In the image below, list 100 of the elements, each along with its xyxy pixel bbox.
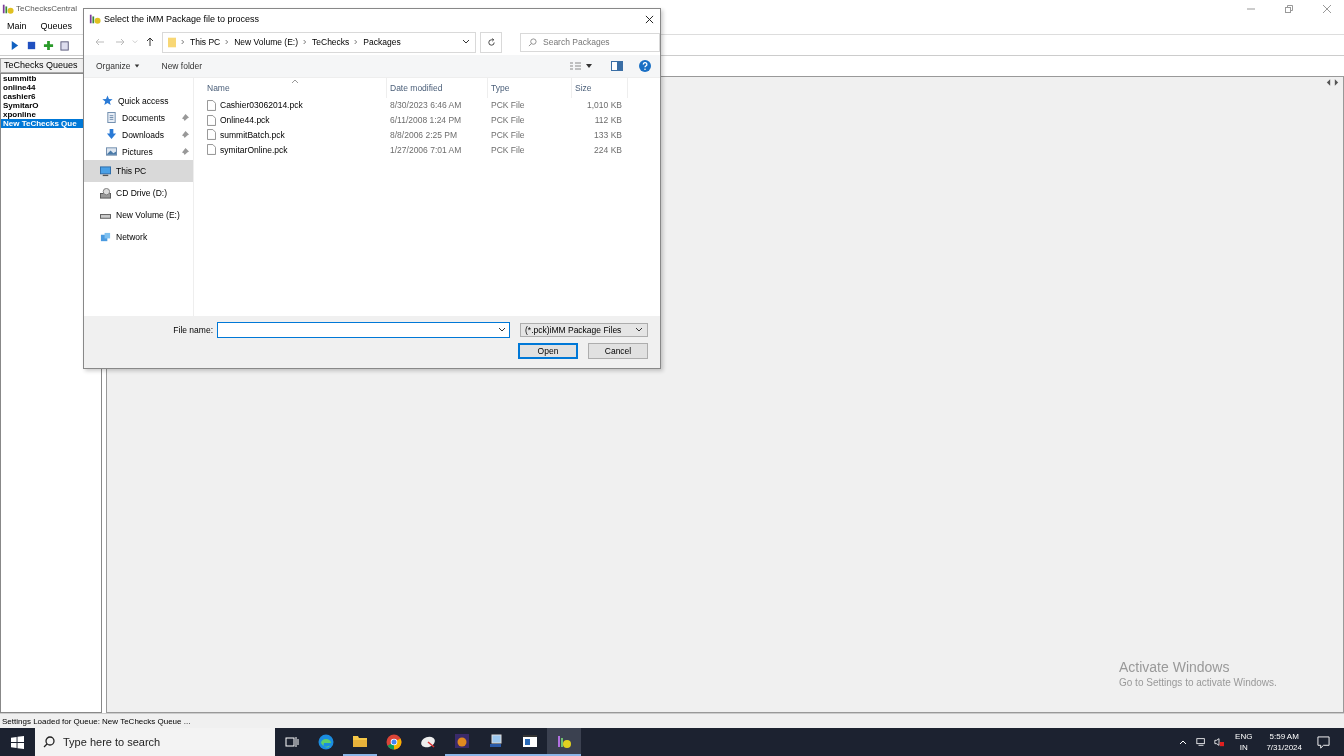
- breadcrumb-item[interactable]: TeChecks: [312, 37, 350, 47]
- network-icon[interactable]: [1196, 737, 1207, 747]
- dropdown-icon[interactable]: [462, 38, 470, 46]
- window-title: TeChecksCentral: [16, 4, 77, 13]
- scroll-right-icon[interactable]: [1334, 79, 1339, 86]
- cancel-button[interactable]: Cancel: [588, 343, 648, 359]
- file-name-cell[interactable]: summitBatch.pck: [204, 129, 387, 141]
- file-icon: [207, 114, 216, 126]
- taskbar-search-field[interactable]: Type here to search: [35, 728, 275, 756]
- language-indicator[interactable]: ENG: [1235, 731, 1253, 742]
- up-icon[interactable]: [145, 37, 155, 47]
- chevron-icon: [225, 39, 230, 45]
- pin-icon[interactable]: [182, 131, 189, 138]
- file-name-cell[interactable]: Online44.pck: [204, 114, 387, 126]
- type-cell-text: PCK File: [490, 100, 526, 111]
- add-icon[interactable]: [43, 39, 54, 51]
- open-button[interactable]: Open: [518, 343, 578, 359]
- chevron-icon: [354, 39, 359, 45]
- stop-icon[interactable]: [26, 39, 37, 51]
- notification-icon[interactable]: [1317, 735, 1330, 749]
- nav-label: Downloads: [122, 129, 165, 140]
- nav-item[interactable]: This PC: [84, 160, 193, 182]
- column-header[interactable]: Name: [204, 78, 387, 98]
- file-name: Cashier03062014.pck: [220, 100, 303, 111]
- chevron-icon: [181, 39, 185, 45]
- file-icon: [207, 129, 216, 141]
- computer-icon: [100, 165, 111, 177]
- scroll-left-icon[interactable]: [1326, 79, 1331, 86]
- search-icon: [43, 736, 55, 748]
- region-indicator[interactable]: IN: [1239, 742, 1248, 753]
- app-logo-icon: [2, 2, 14, 15]
- column-header[interactable]: Type: [488, 78, 572, 98]
- file-icon: [207, 144, 216, 156]
- app-logo-icon: [556, 733, 572, 749]
- file-name-label: File name:: [173, 325, 213, 335]
- nav-item[interactable]: Quick access: [84, 92, 193, 109]
- date-cell-text: 6/11/2008 1:24 PM: [389, 115, 463, 126]
- nav-item[interactable]: Network: [84, 226, 193, 248]
- play-icon[interactable]: [9, 39, 20, 51]
- cd-drive-icon: [100, 187, 111, 199]
- menu-item[interactable]: Main: [7, 20, 27, 31]
- nav-label: New Volume (E:): [116, 210, 180, 220]
- file-name-cell[interactable]: Cashier03062014.pck: [204, 99, 387, 111]
- search-field[interactable]: Search Packages: [520, 32, 660, 52]
- date-cell-text: 8/30/2023 6:46 AM: [389, 100, 463, 111]
- chevron-icon: [303, 39, 307, 45]
- breadcrumb-item[interactable]: Packages: [363, 37, 401, 47]
- menu-item[interactable]: Queues: [40, 20, 73, 31]
- nav-item[interactable]: Pictures: [84, 143, 193, 160]
- picture-icon: [106, 146, 117, 157]
- new-folder-button[interactable]: New folder: [161, 61, 203, 71]
- file-icon: [207, 99, 216, 111]
- breadcrumb-item[interactable]: This PC: [190, 37, 221, 47]
- dropdown-icon[interactable]: [498, 326, 506, 334]
- nav-label: Network: [116, 232, 148, 242]
- nav-label: CD Drive (D:): [116, 188, 167, 198]
- address-bar[interactable]: This PC New Volume (E:) TeChecks Packages: [162, 31, 476, 53]
- file-name: Online44.pck: [220, 115, 270, 126]
- file-type-dropdown[interactable]: (*.pck)iMM Package Files: [520, 323, 648, 337]
- date-cell-text: 8/8/2006 2:25 PM: [389, 130, 459, 140]
- window-icon: [522, 733, 538, 749]
- refresh-button[interactable]: [480, 31, 502, 53]
- clock-date[interactable]: 7/31/2024: [1266, 742, 1302, 753]
- breadcrumb-item[interactable]: New Volume (E:): [234, 37, 298, 47]
- clock-time[interactable]: 5:59 AM: [1269, 731, 1299, 742]
- type-cell-text: PCK File: [490, 115, 526, 126]
- restore-icon[interactable]: [1284, 3, 1294, 14]
- activation-text: Go to Settings to activate Windows.: [1119, 677, 1277, 688]
- size-cell-text: 224 KB: [593, 144, 623, 155]
- nav-label: Documents: [122, 112, 165, 123]
- preview-pane-icon[interactable]: [611, 61, 623, 71]
- refresh-icon: [486, 37, 496, 47]
- column-header[interactable]: Size: [572, 78, 628, 98]
- date-cell-text: 1/27/2006 7:01 AM: [389, 144, 463, 155]
- nav-item[interactable]: New Volume (E:): [84, 204, 193, 226]
- computer-icon: [488, 733, 504, 749]
- nav-item[interactable]: CD Drive (D:): [84, 182, 193, 204]
- view-options-icon[interactable]: [569, 61, 593, 71]
- nav-item[interactable]: Downloads: [84, 126, 193, 143]
- volume-muted-icon[interactable]: [1214, 737, 1225, 747]
- taskbar-app[interactable]: [547, 728, 581, 756]
- pin-icon[interactable]: [182, 148, 189, 155]
- edit-icon[interactable]: [60, 39, 71, 51]
- app-icon: [454, 733, 470, 749]
- close-icon[interactable]: [645, 14, 654, 24]
- type-cell-text: PCK File: [490, 130, 526, 140]
- help-icon[interactable]: [639, 60, 651, 72]
- folder-icon: [352, 733, 368, 749]
- app-logo-icon: [89, 13, 101, 25]
- status-text: Settings Loaded for Queue: New TeChecks Queue ...: [2, 716, 191, 726]
- download-icon: [106, 129, 117, 140]
- file-name-cell[interactable]: symitarOnline.pck: [204, 144, 387, 156]
- task-view-icon: [284, 734, 300, 750]
- column-header[interactable]: Date modified: [387, 78, 488, 98]
- file-name-field[interactable]: [217, 322, 510, 338]
- size-cell-text: 1,010 KB: [586, 100, 623, 111]
- caret-icon: [133, 63, 140, 69]
- network-icon: [100, 231, 111, 243]
- start-icon[interactable]: [11, 735, 24, 749]
- pin-icon[interactable]: [182, 114, 189, 121]
